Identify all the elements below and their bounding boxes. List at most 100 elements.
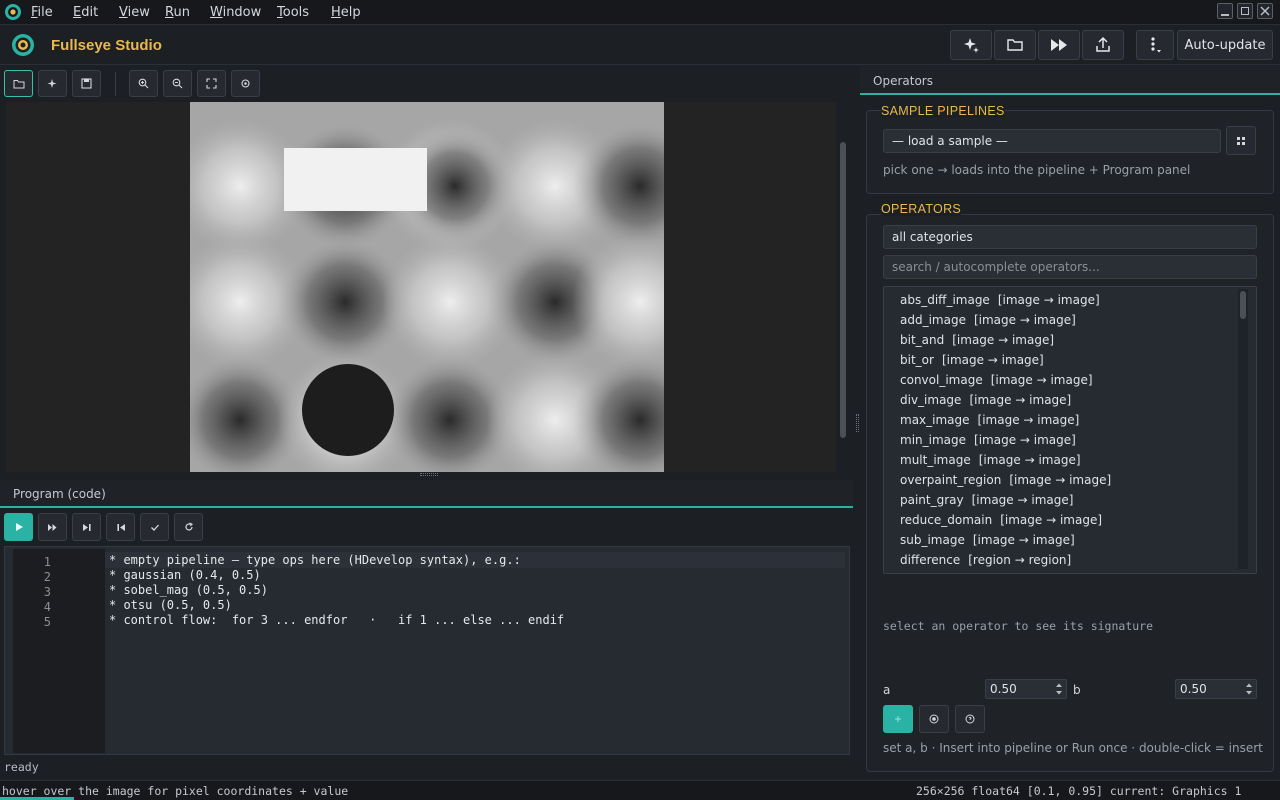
sample-pipelines-title: SAMPLE PIPELINES — [881, 104, 1005, 118]
menu-tools[interactable]: Tools — [277, 5, 309, 20]
operator-list-item[interactable]: abs_diff_image [image → image] — [900, 293, 1100, 307]
param-a-spinbox[interactable]: 0.50 — [985, 679, 1067, 699]
operator-list-item[interactable]: min_image [image → image] — [900, 433, 1076, 447]
fit-to-window-button[interactable] — [197, 70, 226, 97]
reload-button[interactable] — [174, 513, 203, 541]
operator-list-item[interactable]: reduce_domain [image → image] — [900, 513, 1102, 527]
run-status-text: ready — [4, 760, 39, 774]
folder-icon — [1007, 39, 1023, 51]
spin-arrows-icon[interactable] — [1244, 681, 1254, 697]
close-window-button[interactable] — [1257, 3, 1273, 19]
run-all-button[interactable] — [1038, 30, 1080, 60]
viewer-save-button[interactable] — [72, 70, 101, 97]
spin-arrows-icon[interactable] — [1054, 681, 1064, 697]
param-b-label: b — [1073, 683, 1081, 697]
operator-list-item[interactable]: bit_or [image → image] — [900, 353, 1044, 367]
maximize-window-button[interactable] — [1237, 3, 1253, 19]
operator-list-item[interactable]: overpaint_region [image → image] — [900, 473, 1111, 487]
operator-list-item[interactable]: difference [region → region] — [900, 553, 1071, 567]
skip-to-end-button[interactable] — [72, 513, 101, 541]
param-b-spinbox[interactable]: 0.50 — [1175, 679, 1257, 699]
operator-list-item[interactable]: max_image [image → image] — [900, 413, 1079, 427]
code-editor[interactable]: 12345 * empty pipeline — type ops here (… — [4, 546, 850, 755]
operators-tab-label: Operators — [873, 74, 933, 88]
operators-title: OPERATORS — [881, 202, 962, 216]
displayed-image[interactable] — [190, 102, 664, 472]
sample-hint: pick one → loads into the pipeline + Pro… — [883, 163, 1191, 177]
vertical-splitter-handle[interactable] — [856, 414, 859, 432]
operator-list-item[interactable]: bit_and [image → image] — [900, 333, 1054, 347]
menu-label: indow — [222, 5, 262, 20]
line-number: 1 — [43, 555, 51, 569]
auto-update-button[interactable]: Auto-update — [1177, 30, 1273, 60]
toolbar-divider — [115, 72, 116, 96]
sparkle-icon — [47, 78, 56, 88]
line-number: 2 — [43, 570, 51, 584]
step-button[interactable] — [38, 513, 67, 541]
open-folder-button[interactable] — [994, 30, 1036, 60]
operator-list[interactable]: abs_diff_image [image → image] add_image [i… — [883, 286, 1257, 574]
operator-signature: [image → image] — [977, 413, 1080, 427]
signature-hint: select an operator to see its signature — [883, 619, 1154, 633]
export-button[interactable] — [1082, 30, 1124, 60]
insert-operator-button[interactable] — [883, 705, 913, 733]
viewer-auto-button[interactable] — [38, 70, 67, 97]
load-sample-button[interactable] — [1226, 126, 1256, 155]
run-button[interactable] — [4, 513, 33, 541]
horizontal-splitter-handle[interactable] — [420, 473, 438, 476]
viewer-open-button[interactable] — [4, 70, 33, 97]
code-line[interactable]: * empty pipeline — type ops here (HDevel… — [109, 553, 521, 567]
sample-pipeline-select[interactable]: — load a sample — — [883, 129, 1221, 153]
viewer-scrollbar[interactable] — [838, 102, 848, 472]
operator-name: min_image — [900, 433, 967, 447]
parameter-footer-hint: set a, b · Insert into pipeline or Run o… — [883, 741, 1263, 755]
operator-list-scrollbar-thumb[interactable] — [1240, 291, 1246, 319]
status-bar: hover over the image for pixel coordinat… — [0, 780, 1280, 800]
more-options-button[interactable] — [1136, 30, 1174, 60]
refresh-icon — [184, 522, 193, 531]
rewind-button[interactable] — [106, 513, 135, 541]
code-line[interactable]: * gaussian (0.4, 0.5) — [109, 568, 261, 582]
zoom-out-button[interactable] — [163, 70, 192, 97]
help-icon — [965, 714, 975, 724]
operator-list-item[interactable]: mult_image [image → image] — [900, 453, 1081, 467]
menu-file[interactable]: File — [31, 5, 53, 20]
code-line[interactable]: * control flow: for 3 ... endfor · if 1 … — [109, 613, 564, 627]
share-icon — [1096, 36, 1110, 52]
operator-name: sub_image — [900, 533, 965, 547]
operators-tab[interactable]: Operators — [860, 66, 1280, 95]
operator-list-item[interactable]: convol_image [image → image] — [900, 373, 1093, 387]
operator-name: add_image — [900, 313, 966, 327]
operator-help-button[interactable] — [955, 705, 985, 733]
operator-list-item[interactable]: add_image [image → image] — [900, 313, 1076, 327]
operator-list-item[interactable]: div_image [image → image] — [900, 393, 1071, 407]
check-syntax-button[interactable] — [140, 513, 169, 541]
operator-search-input[interactable]: search / autocomplete operators... — [883, 255, 1257, 279]
reset-view-button[interactable] — [231, 70, 260, 97]
code-line[interactable]: * otsu (0.5, 0.5) — [109, 598, 232, 612]
menu-edit[interactable]: Edit — [73, 5, 98, 20]
line-number: 5 — [43, 615, 51, 629]
operator-list-item[interactable]: sub_image [image → image] — [900, 533, 1075, 547]
operator-list-item[interactable]: paint_gray [image → image] — [900, 493, 1073, 507]
menu-view[interactable]: View — [119, 5, 150, 20]
rewind-icon — [116, 523, 125, 531]
program-tab[interactable]: Program (code) — [0, 480, 853, 508]
viewer-scrollbar-thumb[interactable] — [840, 142, 846, 438]
code-line[interactable]: * sobel_mag (0.5, 0.5) — [109, 583, 268, 597]
menu-window[interactable]: Window — [210, 5, 261, 20]
image-viewer — [0, 66, 853, 472]
menu-help[interactable]: Help — [331, 5, 361, 20]
image-canvas[interactable] — [6, 102, 836, 472]
minimize-window-button[interactable] — [1217, 3, 1233, 19]
magic-wand-button[interactable] — [950, 30, 992, 60]
zoom-in-button[interactable] — [129, 70, 158, 97]
operator-name: difference — [900, 553, 961, 567]
operator-list-scrollbar[interactable] — [1238, 289, 1248, 569]
menu-label: ile — [37, 5, 53, 20]
record-icon — [929, 714, 939, 724]
operator-signature: [image → image] — [971, 493, 1074, 507]
category-select[interactable]: all categories — [883, 225, 1257, 249]
menu-run[interactable]: Run — [165, 5, 190, 20]
run-once-button[interactable] — [919, 705, 949, 733]
